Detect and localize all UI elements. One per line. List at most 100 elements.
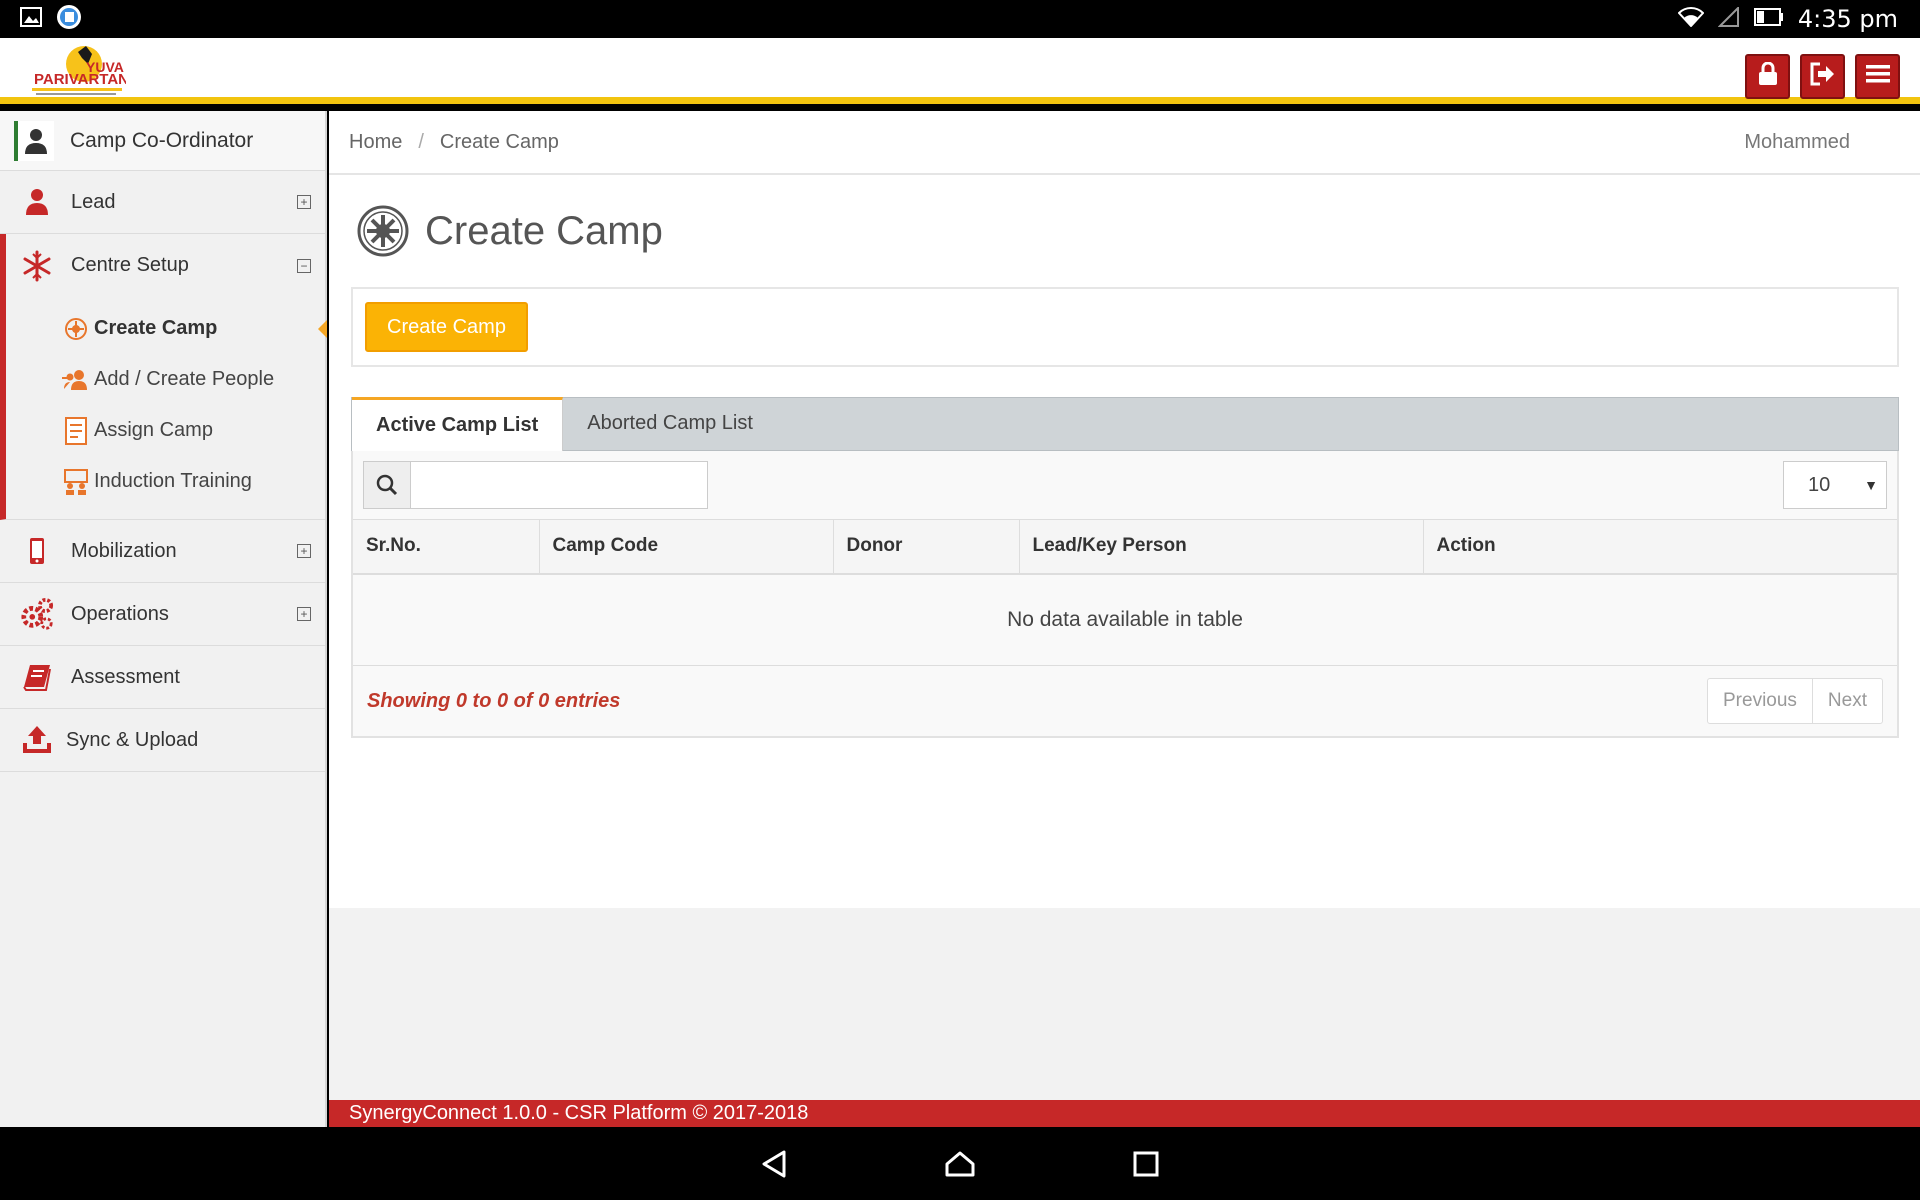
tab-aborted-camp-list[interactable]: Aborted Camp List <box>563 397 777 450</box>
assign-icon <box>62 416 90 445</box>
upload-icon <box>20 723 54 757</box>
sidebar-item-mobilization[interactable]: Mobilization + <box>0 520 325 583</box>
person-icon <box>20 185 54 219</box>
content-background <box>329 908 1920 1100</box>
app-header: YUVA PARIVARTAN <box>0 38 1920 104</box>
sidebar-subitem-assign-camp[interactable]: Assign Camp <box>6 405 325 456</box>
table-header-row: Sr.No. Camp Code Donor Lead/Key Person A… <box>353 519 1897 575</box>
column-header-lead-key-person[interactable]: Lead/Key Person <box>1019 519 1424 575</box>
back-icon[interactable] <box>756 1146 792 1182</box>
browser-icon <box>56 4 82 35</box>
wifi-icon <box>1677 6 1705 32</box>
expand-icon[interactable]: + <box>297 195 311 209</box>
sidebar: Camp Co-Ordinator Lead + Centre Setup − … <box>0 111 327 1127</box>
create-camp-button[interactable]: Create Camp <box>365 302 528 352</box>
lock-icon <box>1757 61 1779 91</box>
role-label: Camp Co-Ordinator <box>70 128 254 152</box>
sidebar-subitem-add-create-people[interactable]: Add / Create People <box>6 354 325 405</box>
collapse-icon[interactable]: − <box>297 258 311 273</box>
snowflake-icon <box>20 249 54 283</box>
signal-icon <box>1717 5 1740 32</box>
sidebar-item-centre-setup[interactable]: Centre Setup − <box>6 234 325 297</box>
page-title: Create Camp <box>425 208 663 253</box>
menu-button[interactable] <box>1855 54 1900 99</box>
breadcrumb-separator: / <box>418 130 424 153</box>
menu-icon <box>1865 63 1891 90</box>
sidebar-item-label: Centre Setup <box>71 254 189 276</box>
status-bar: 4:35 pm <box>0 0 1920 38</box>
expand-icon[interactable]: + <box>297 607 311 621</box>
table-row: No data available in table <box>353 573 1897 666</box>
home-icon[interactable] <box>942 1146 978 1182</box>
breadcrumb-home[interactable]: Home <box>349 131 402 154</box>
sidebar-item-lead[interactable]: Lead + <box>0 171 325 234</box>
sidebar-subitem-label: Induction Training <box>94 470 252 492</box>
sidebar-item-assessment[interactable]: Assessment <box>0 646 325 709</box>
page-size-select[interactable]: 10 ▼ <box>1783 461 1887 509</box>
user-icon <box>14 120 54 161</box>
active-indicator <box>318 319 327 338</box>
breadcrumb-current: Create Camp <box>439 130 559 153</box>
battery-icon <box>1753 7 1784 31</box>
logout-icon <box>1810 62 1836 91</box>
camp-icon <box>62 315 90 343</box>
image-icon <box>20 6 42 32</box>
people-icon <box>62 366 90 394</box>
page-size-value: 10 <box>1808 473 1831 496</box>
sidebar-subitem-create-camp[interactable]: Create Camp <box>6 303 327 354</box>
sidebar-item-label: Operations <box>71 602 169 625</box>
sidebar-subitem-label: Create Camp <box>94 317 218 339</box>
yuva-parivartan-logo[interactable]: YUVA PARIVARTAN <box>26 44 129 100</box>
gears-icon <box>20 597 54 631</box>
next-button[interactable]: Next <box>1811 679 1882 723</box>
book-icon <box>20 660 54 694</box>
recent-apps-icon[interactable] <box>1128 1146 1164 1182</box>
camp-table-panel: 10 ▼ Sr.No. Camp Code Donor Lead/Key Per… <box>351 451 1899 738</box>
app-footer: SynergyConnect 1.0.0 - CSR Platform © 20… <box>329 1100 1920 1127</box>
sidebar-item-label: Mobilization <box>71 539 177 562</box>
column-header-sr-no[interactable]: Sr.No. <box>353 519 540 575</box>
clock: 4:35 pm <box>1797 5 1898 33</box>
expand-icon[interactable]: + <box>297 544 311 558</box>
camp-list-section: Active Camp List Aborted Camp List 10 ▼ <box>351 397 1899 738</box>
svg-text:PARIVARTAN: PARIVARTAN <box>34 71 126 88</box>
tab-active-camp-list[interactable]: Active Camp List <box>352 397 564 451</box>
search-group <box>363 461 708 509</box>
role-header: Camp Co-Ordinator <box>0 111 325 171</box>
sidebar-item-label: Sync & Upload <box>66 728 199 751</box>
search-icon <box>363 461 411 509</box>
sidebar-item-sync-upload[interactable]: Sync & Upload <box>0 709 325 772</box>
search-input[interactable] <box>411 461 708 509</box>
empty-table-message: No data available in table <box>353 573 1897 666</box>
entries-info: Showing 0 to 0 of 0 entries <box>367 689 621 712</box>
main-content: Home / Create Camp Mohammed Create Camp … <box>329 111 1920 908</box>
sidebar-subitem-label: Assign Camp <box>94 419 213 441</box>
table-footer: Showing 0 to 0 of 0 entries Previous Nex… <box>353 666 1897 736</box>
column-header-donor[interactable]: Donor <box>833 519 1020 575</box>
sidebar-group-centre-setup: Centre Setup − Create Camp Add / Create … <box>0 234 327 520</box>
page-header: Create Camp <box>329 175 1920 287</box>
sidebar-subitem-label: Add / Create People <box>94 368 275 390</box>
table-toolbar: 10 ▼ <box>353 451 1897 519</box>
lock-button[interactable] <box>1745 54 1790 99</box>
logout-button[interactable] <box>1800 54 1845 99</box>
mobile-icon <box>20 534 54 568</box>
footer-text: SynergyConnect 1.0.0 - CSR Platform © 20… <box>349 1102 809 1124</box>
sidebar-item-label: Assessment <box>71 665 180 688</box>
user-name[interactable]: Mohammed <box>1744 131 1850 154</box>
tab-bar: Active Camp List Aborted Camp List <box>351 397 1899 451</box>
column-header-action: Action <box>1423 519 1897 575</box>
sidebar-item-operations[interactable]: Operations + <box>0 583 325 646</box>
breadcrumb: Home / Create Camp Mohammed <box>329 111 1920 175</box>
camp-settings-icon <box>357 205 409 257</box>
sidebar-item-label: Lead <box>71 190 116 213</box>
chevron-down-icon: ▼ <box>1864 477 1878 493</box>
training-icon <box>62 468 90 496</box>
camp-table: Sr.No. Camp Code Donor Lead/Key Person A… <box>353 519 1897 666</box>
sidebar-subitem-induction-training[interactable]: Induction Training <box>6 456 325 507</box>
action-panel: Create Camp <box>351 287 1899 367</box>
column-header-camp-code[interactable]: Camp Code <box>539 519 834 575</box>
centre-setup-submenu: Create Camp Add / Create People Assign C… <box>6 297 327 519</box>
system-navigation-bar <box>0 1127 1920 1200</box>
previous-button[interactable]: Previous <box>1708 679 1812 723</box>
